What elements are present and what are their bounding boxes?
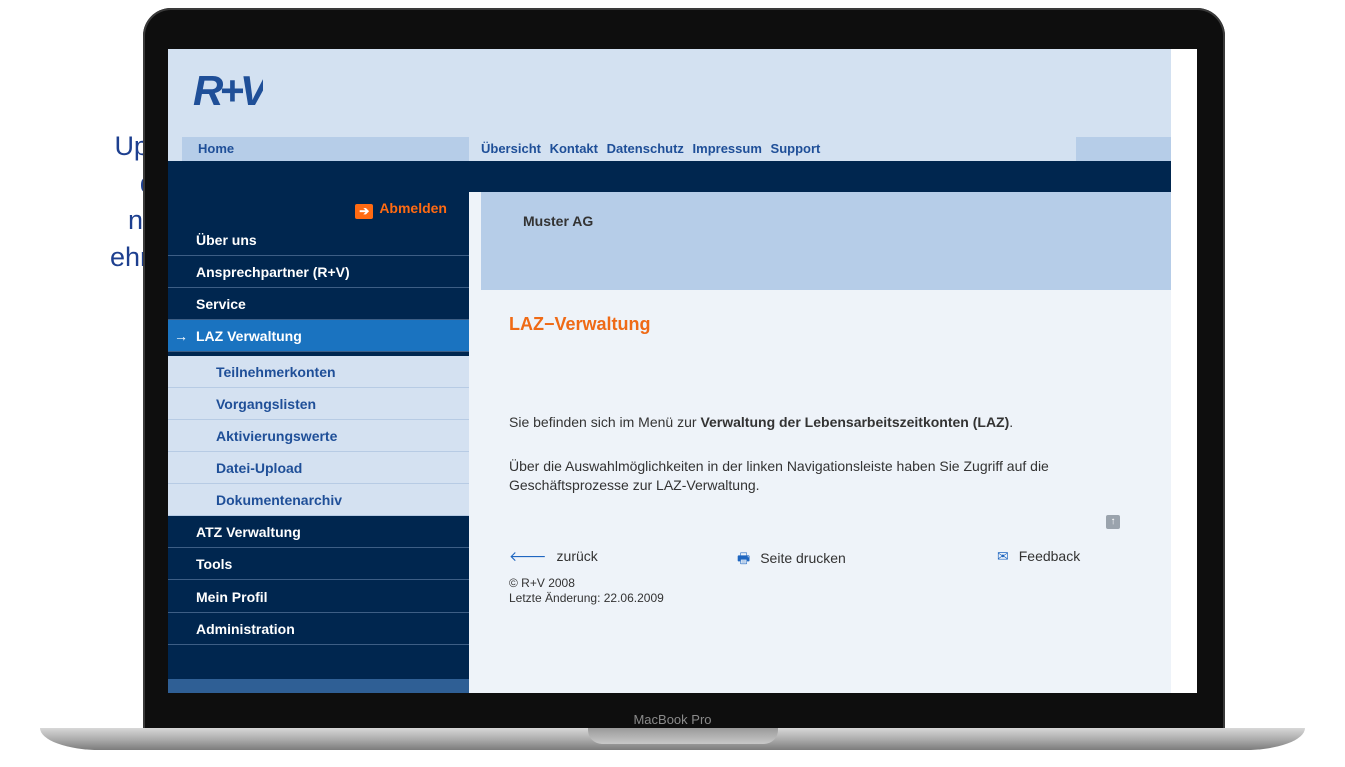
last-change: Letzte Änderung: 22.06.2009 <box>509 591 664 605</box>
feedback-link[interactable]: ✉ Feedback <box>997 548 1080 565</box>
screen-right-edge <box>1171 49 1197 693</box>
sidebar-item-label: Administration <box>196 621 295 637</box>
arrow-right-icon: → <box>174 328 188 344</box>
feedback-label: Feedback <box>1018 548 1081 564</box>
arrow-left-icon: 🡐 <box>509 548 547 564</box>
sidebar-item-label: Ansprechpartner (R+V) <box>196 264 350 280</box>
printer-icon: 🖶 <box>737 550 751 566</box>
sidebar-subitem-participant-accounts[interactable]: Teilnehmerkonten <box>168 356 469 388</box>
page-title: LAZ−Verwaltung <box>509 314 651 334</box>
sidebar-item-contact-person[interactable]: Ansprechpartner (R+V) <box>168 256 469 288</box>
sidebar-item-atz[interactable]: ATZ Verwaltung <box>168 516 469 548</box>
sidebar-item-service[interactable]: Service <box>168 288 469 320</box>
browser-screen: R+V Home Übersicht Kontakt Datenschutz I… <box>168 49 1171 693</box>
laptop-notch <box>588 728 778 744</box>
company-band: Muster AG <box>481 192 1171 290</box>
rv-logo[interactable]: R+V <box>193 69 263 111</box>
print-label: Seite drucken <box>760 550 846 566</box>
copyright: © R+V 2008 <box>509 576 575 590</box>
intro-end: . <box>1009 414 1014 430</box>
page-footer: © R+V 2008 Letzte Änderung: 22.06.2009 <box>509 576 664 606</box>
sidebar-footer-bar <box>168 679 469 693</box>
sidebar-subitem-document-archive[interactable]: Dokumentenarchiv <box>168 484 469 516</box>
main-content: LAZ−Verwaltung Sie befinden sich im Menü… <box>469 290 1171 693</box>
nav-link-overview[interactable]: Übersicht <box>481 141 541 156</box>
sidebar-item-laz[interactable]: → LAZ Verwaltung <box>168 320 469 352</box>
company-name: Muster AG <box>523 213 594 229</box>
sidebar-subitem-file-upload[interactable]: Datei-Upload <box>168 452 469 484</box>
sidebar-item-tools[interactable]: Tools <box>168 548 469 580</box>
nav-link-contact[interactable]: Kontakt <box>550 141 598 156</box>
top-links: Übersicht Kontakt Datenschutz Impressum … <box>481 137 825 161</box>
sidebar-subitem-process-lists[interactable]: Vorgangslisten <box>168 388 469 420</box>
intro-bold: Verwaltung der Lebensarbeitszeitkonten (… <box>700 414 1010 430</box>
sidebar-item-label: LAZ Verwaltung <box>196 328 302 344</box>
nav-right-block <box>1076 137 1171 161</box>
site-header: R+V <box>168 49 1171 137</box>
nav-link-support[interactable]: Support <box>771 141 821 156</box>
sidebar-item-administration[interactable]: Administration <box>168 613 469 645</box>
arrow-right-icon: ➔ <box>355 204 374 219</box>
back-label: zurück <box>556 548 598 564</box>
sidebar-item-label: Service <box>196 296 246 312</box>
intro-paragraph: Sie befinden sich im Menü zur Verwaltung… <box>509 414 1129 430</box>
nav-link-privacy[interactable]: Datenschutz <box>607 141 684 156</box>
dark-bar <box>168 161 1171 192</box>
top-navbar: Home Übersicht Kontakt Datenschutz Impre… <box>168 137 1171 161</box>
sidebar-item-label: ATZ Verwaltung <box>196 524 301 540</box>
sidebar-item-label: Mein Profil <box>196 589 268 605</box>
sidebar-item-label: Tools <box>196 556 233 572</box>
intro-text: Sie befinden sich im Menü zur <box>509 414 701 430</box>
scroll-top-icon[interactable]: ↑ <box>1106 515 1120 529</box>
info-paragraph: Über die Auswahlmöglichkeiten in der lin… <box>509 458 1049 493</box>
logout-label: Abmelden <box>379 200 447 216</box>
logout-link[interactable]: ➔ Abmelden <box>355 200 447 219</box>
device-model-label: MacBook Pro <box>633 712 712 727</box>
print-link[interactable]: 🖶 Seite drucken <box>737 548 846 572</box>
nav-link-imprint[interactable]: Impressum <box>693 141 762 156</box>
envelope-icon: ✉ <box>997 548 1009 564</box>
rv-logo-text: R+V <box>193 69 263 111</box>
sidebar-subitem-activation-values[interactable]: Aktivierungswerte <box>168 420 469 452</box>
sidebar-item-profile[interactable]: Mein Profil <box>168 581 469 613</box>
nav-home-link[interactable]: Home <box>182 137 469 161</box>
back-link[interactable]: 🡐 zurück <box>509 548 598 565</box>
sidebar: ➔ Abmelden Über uns Ansprechpartner (R+V)… <box>168 192 469 693</box>
sidebar-item-about[interactable]: Über uns <box>168 224 469 256</box>
sidebar-item-label: Über uns <box>196 232 257 248</box>
